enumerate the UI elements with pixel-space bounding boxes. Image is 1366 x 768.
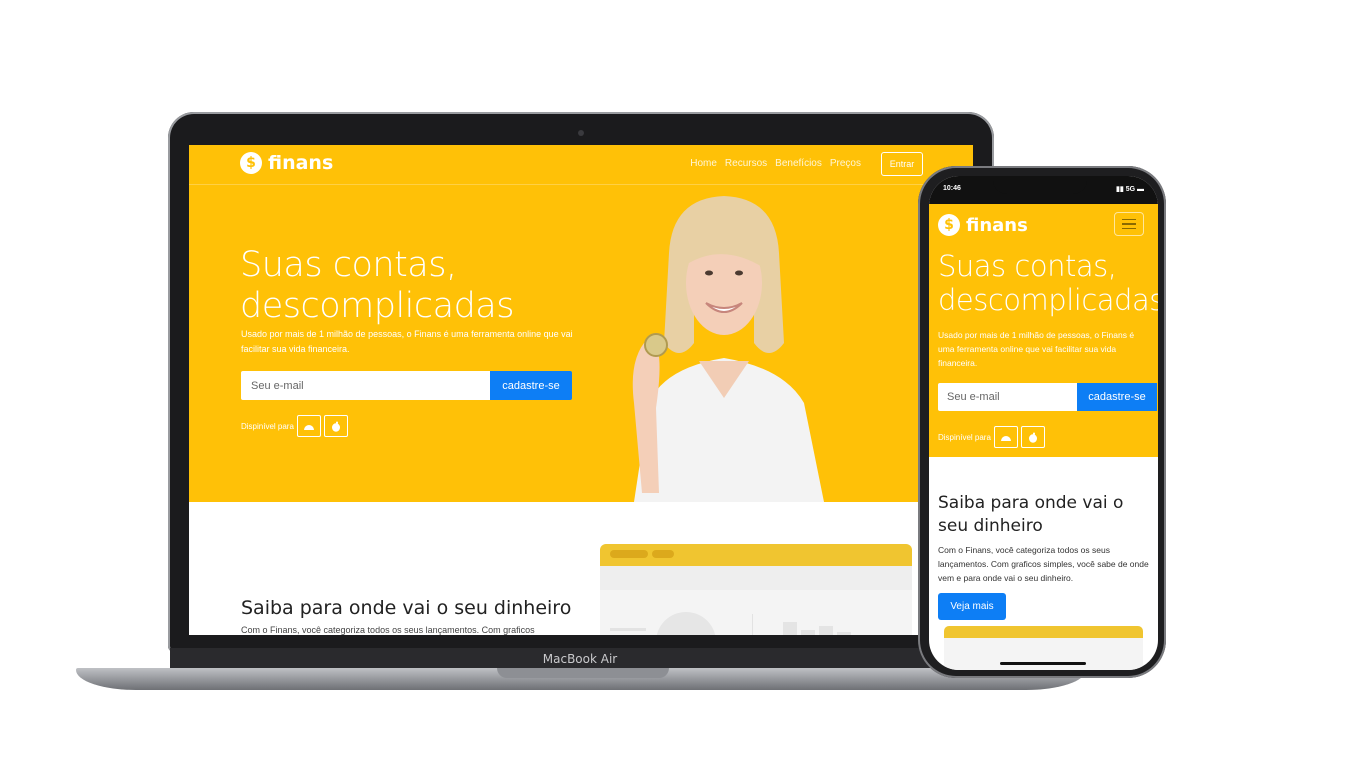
email-input[interactable]: Seu e-mail bbox=[241, 371, 490, 400]
finans-logo-mobile[interactable]: $ finans bbox=[938, 214, 1028, 236]
hero-title-line2: descomplicadas bbox=[240, 286, 515, 326]
dashboard-chart-placeholder bbox=[600, 566, 912, 635]
mobile-email-input[interactable]: Seu e-mail bbox=[938, 383, 1077, 411]
phone-time: 10:46 bbox=[943, 185, 961, 192]
login-button[interactable]: Entrar bbox=[881, 152, 923, 176]
mobile-features-text: Com o Finans, você categoriza todos os s… bbox=[938, 545, 1149, 583]
phone-notch bbox=[993, 176, 1087, 194]
dollar-coin-icon: $ bbox=[240, 152, 262, 174]
laptop-camera bbox=[578, 130, 584, 136]
nav-recursos[interactable]: Recursos bbox=[725, 158, 767, 169]
nav-beneficios[interactable]: Benefícios bbox=[775, 158, 822, 169]
finans-logo[interactable]: $ finans bbox=[240, 152, 333, 174]
mobile-signup-button[interactable]: cadastre-se bbox=[1077, 383, 1157, 411]
battery-icon: ▬ bbox=[1137, 186, 1144, 193]
dashboard-pill bbox=[610, 550, 648, 558]
mobile-hero-title-line1: Suas contas, bbox=[938, 249, 1117, 283]
mobile-hero-title: Suas contas, descomplicadas bbox=[938, 249, 1158, 317]
mobile-available-platforms: Dispinível para bbox=[938, 426, 1045, 448]
laptop-brand-label: MacBook Air bbox=[542, 652, 618, 666]
mobile-dashboard-preview-header bbox=[944, 626, 1143, 638]
laptop-screen: $ finans Home Recursos Benefícios Preços… bbox=[189, 145, 973, 635]
nav-links: Home Recursos Benefícios Preços bbox=[690, 158, 861, 169]
dashboard-pill bbox=[652, 550, 674, 558]
home-indicator[interactable] bbox=[1000, 662, 1086, 665]
logo-text: finans bbox=[268, 152, 334, 174]
mobile-features-title: Saiba para onde vai o seu dinheiro bbox=[938, 493, 1124, 536]
available-platforms: Dispinível para bbox=[241, 415, 348, 437]
laptop-opening-notch bbox=[497, 668, 669, 678]
apple-icon bbox=[331, 421, 340, 432]
mobile-hero-title-line2: descomplicadas bbox=[938, 283, 1158, 317]
mobile-hero-subtitle: Usado por mais de 1 milhão de pessoas, o… bbox=[938, 330, 1135, 368]
nav-home[interactable]: Home bbox=[690, 158, 717, 169]
features-text: Com o Finans, você categoriza todos os s… bbox=[241, 625, 535, 635]
signal-bars-icon: ▮▮ bbox=[1116, 186, 1124, 193]
nav-precos[interactable]: Preços bbox=[830, 158, 861, 169]
signup-form: Seu e-mail cadastre-se bbox=[241, 371, 572, 400]
android-button[interactable] bbox=[296, 415, 321, 437]
apple-button[interactable] bbox=[323, 415, 348, 437]
device-mockup-scene: $ finans Home Recursos Benefícios Preços… bbox=[0, 0, 1366, 768]
hero-title: Suas contas, descomplicadas bbox=[240, 245, 515, 327]
hero-subtitle: Usado por mais de 1 milhão de pessoas, o… bbox=[241, 329, 573, 354]
mobile-signup-form: Seu e-mail cadastre-se bbox=[938, 383, 1157, 411]
logo-text: finans bbox=[966, 214, 1028, 236]
hamburger-menu-icon[interactable] bbox=[1114, 212, 1144, 236]
mobile-apple-button[interactable] bbox=[1020, 426, 1045, 448]
features-title: Saiba para onde vai o seu dinheiro bbox=[241, 597, 572, 619]
apple-icon bbox=[1028, 432, 1037, 443]
hero-woman-image bbox=[632, 196, 824, 502]
dashboard-preview bbox=[600, 544, 912, 635]
phone-screen: 10:46 ▮▮ 5G ▬ $ finans Suas contas, desc… bbox=[929, 176, 1158, 670]
android-icon bbox=[303, 425, 314, 430]
navbar: $ finans Home Recursos Benefícios Preços… bbox=[189, 145, 973, 185]
dollar-coin-icon: $ bbox=[938, 214, 960, 236]
signup-button[interactable]: cadastre-se bbox=[490, 371, 572, 400]
see-more-button[interactable]: Veja mais bbox=[938, 593, 1006, 620]
phone-signal: ▮▮ 5G ▬ bbox=[1116, 185, 1144, 193]
hero-title-line1: Suas contas, bbox=[240, 245, 457, 285]
available-label: Dispinível para bbox=[241, 421, 294, 431]
android-icon bbox=[1000, 436, 1011, 441]
hero-section: $ finans Home Recursos Benefícios Preços… bbox=[189, 145, 973, 502]
network-label: 5G bbox=[1125, 186, 1136, 193]
mobile-android-button[interactable] bbox=[993, 426, 1018, 448]
mobile-available-label: Dispinível para bbox=[938, 432, 991, 442]
